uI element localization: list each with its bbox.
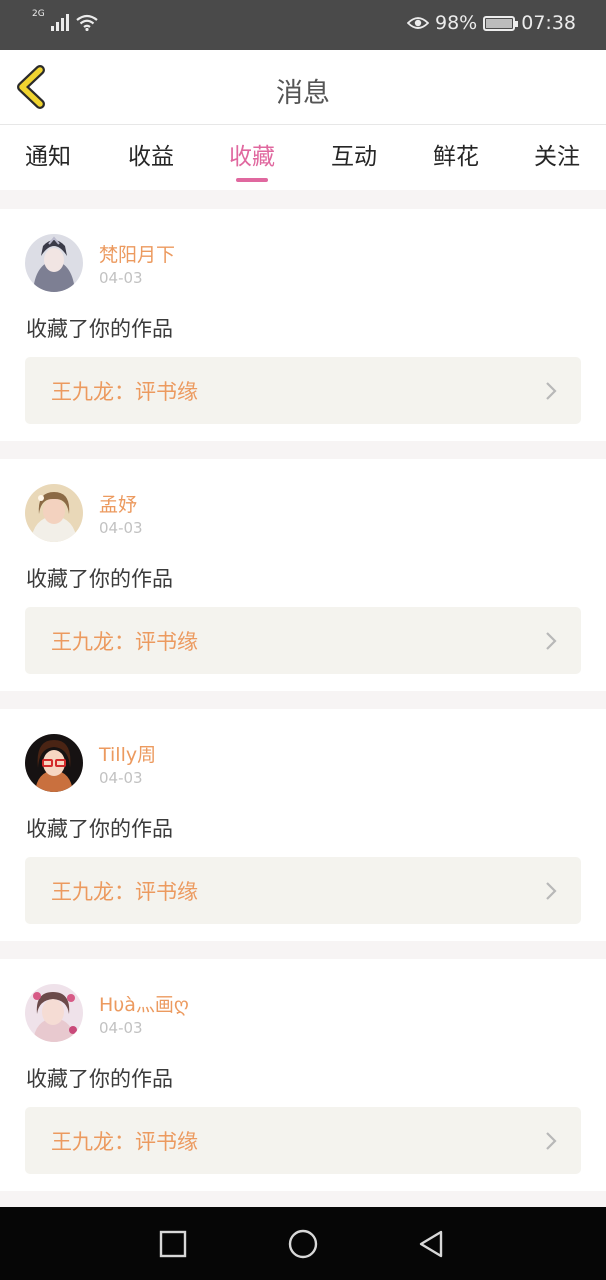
message-action: 收藏了你的作品 (26, 817, 173, 841)
battery-level: 98% (435, 12, 478, 34)
avatar[interactable] (25, 484, 83, 542)
message-date: 04-03 (99, 769, 143, 787)
chevron-right-icon (546, 1132, 557, 1150)
network-type: 2G (32, 9, 45, 19)
clock: 07:38 (521, 12, 576, 34)
battery-icon (483, 15, 519, 31)
work-link[interactable]: 王九龙：评书缘 (25, 1107, 581, 1174)
work-title: 王九龙：评书缘 (51, 630, 198, 654)
username[interactable]: Tilly周 (99, 740, 156, 767)
tab-label: 关注 (534, 144, 580, 170)
recent-apps-icon[interactable] (158, 1229, 188, 1259)
app-header: 消息 (0, 50, 606, 125)
message-card: 孟妤 04-03 收藏了你的作品 王九龙：评书缘 (0, 459, 606, 691)
tab-label: 收藏 (229, 144, 275, 170)
tab-interactions[interactable]: 互动 (314, 137, 394, 171)
tab-label: 通知 (25, 144, 71, 170)
back-triangle-icon[interactable] (417, 1229, 447, 1259)
chevron-right-icon (546, 632, 557, 650)
eye-icon (407, 17, 429, 29)
message-action: 收藏了你的作品 (26, 1067, 173, 1091)
chevron-right-icon (546, 882, 557, 900)
tab-label: 收益 (128, 144, 174, 170)
navigation-bar (0, 1207, 606, 1280)
username[interactable]: Hυà灬画ღ (99, 990, 189, 1017)
tab-label: 互动 (331, 144, 377, 170)
tab-follows[interactable]: 关注 (517, 137, 597, 171)
work-link[interactable]: 王九龙：评书缘 (25, 357, 581, 424)
username[interactable]: 孟妤 (99, 490, 137, 517)
status-bar: 2G 98% 07:38 (0, 0, 606, 50)
message-action: 收藏了你的作品 (26, 317, 173, 341)
work-title: 王九龙：评书缘 (51, 1130, 198, 1154)
tab-earnings[interactable]: 收益 (111, 137, 191, 171)
message-date: 04-03 (99, 1019, 143, 1037)
active-tab-indicator (236, 178, 268, 182)
status-right: 98% 07:38 (407, 12, 576, 34)
avatar[interactable] (25, 234, 83, 292)
tab-favorites[interactable]: 收藏 (212, 137, 292, 182)
wifi-icon (76, 14, 98, 31)
tab-flowers[interactable]: 鲜花 (416, 137, 496, 171)
avatar[interactable] (25, 734, 83, 792)
avatar[interactable] (25, 984, 83, 1042)
work-title: 王九龙：评书缘 (51, 880, 198, 904)
home-icon[interactable] (288, 1229, 318, 1259)
work-title: 王九龙：评书缘 (51, 380, 198, 404)
page-title: 消息 (276, 78, 330, 109)
username[interactable]: 梵阳月下 (99, 240, 175, 267)
message-card: Tilly周 04-03 收藏了你的作品 王九龙：评书缘 (0, 709, 606, 941)
work-link[interactable]: 王九龙：评书缘 (25, 857, 581, 924)
message-card: Hυà灬画ღ 04-03 收藏了你的作品 王九龙：评书缘 (0, 959, 606, 1191)
tab-label: 鲜花 (433, 144, 479, 170)
tab-notifications[interactable]: 通知 (8, 137, 88, 171)
message-date: 04-03 (99, 519, 143, 537)
signal-icon (50, 13, 69, 31)
status-left: 2G (32, 9, 99, 31)
message-date: 04-03 (99, 269, 143, 287)
work-link[interactable]: 王九龙：评书缘 (25, 607, 581, 674)
message-action: 收藏了你的作品 (26, 567, 173, 591)
tab-bar: 通知 收益 收藏 互动 鲜花 关注 (0, 125, 606, 190)
message-card: 梵阳月下 04-03 收藏了你的作品 王九龙：评书缘 (0, 209, 606, 441)
chevron-right-icon (546, 382, 557, 400)
